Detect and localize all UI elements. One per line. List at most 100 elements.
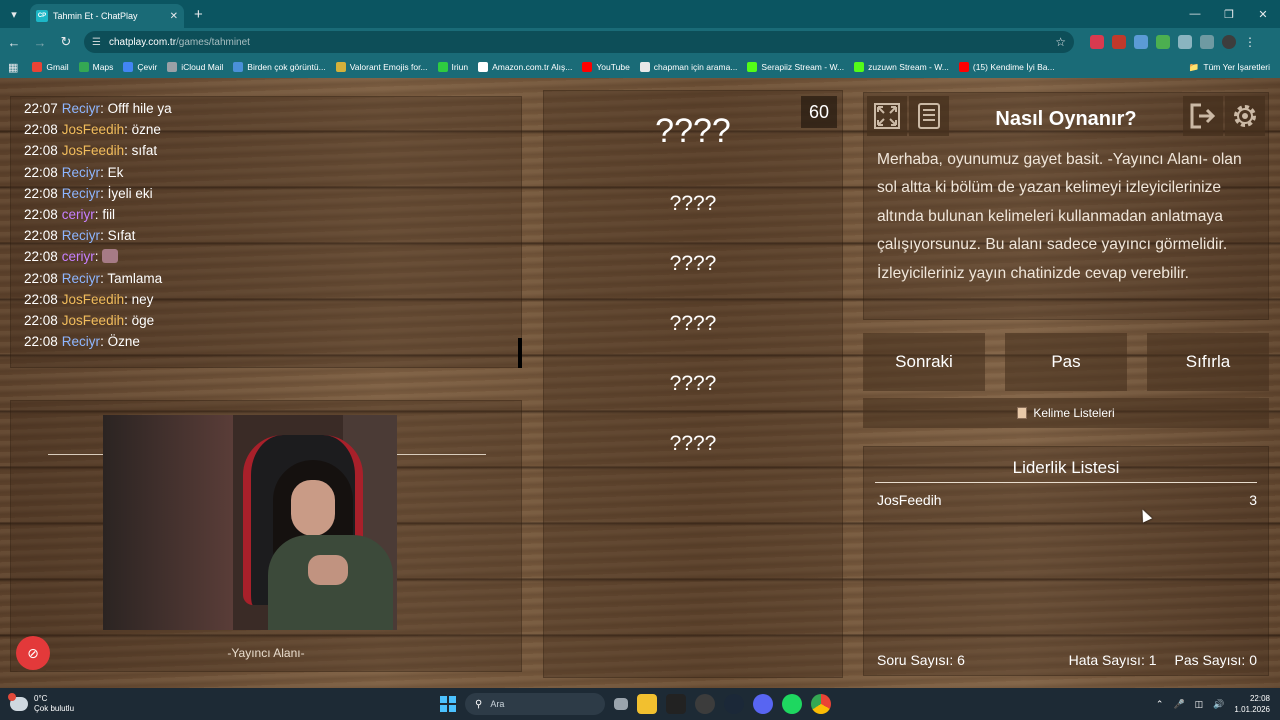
how-to-play-panel: Nasıl Oynanır? Merhaba, oyunumuz gayet b… [863,92,1269,320]
task-view-icon[interactable] [614,698,628,710]
chat-username[interactable]: ceriyr [62,207,95,222]
chrome-icon[interactable] [811,694,831,714]
bookmark-item[interactable]: (15) Kendime İyi Ba... [958,62,1055,72]
bookmark-label: Çevir [137,62,158,72]
minimize-icon[interactable]: — [1178,0,1212,28]
extension-icon[interactable] [1134,35,1148,49]
back-icon[interactable]: ← [2,30,26,54]
all-bookmarks-folder[interactable]: 📁 Tüm Yer İşaretleri [1189,56,1270,78]
profile-avatar[interactable] [1222,35,1236,49]
chat-message: 22:08 ceriyr: [24,246,522,267]
bookmark-label: Maps [92,62,114,72]
chat-scrollbar[interactable] [518,338,522,368]
new-tab-icon[interactable]: + [194,6,203,23]
chat-username[interactable]: ceriyr [62,249,95,264]
chat-message: 22:08 Reciyr: İyeli eki [24,185,153,201]
chat-username[interactable]: Reciyr [62,186,100,201]
tab-title: Tahmin Et - ChatPlay [53,11,138,21]
pass-button[interactable]: Pas [1005,333,1127,391]
tab-search-icon[interactable]: ▾ [0,0,28,28]
clock[interactable]: 22:08 1.01.2026 [1234,693,1270,715]
search-icon: ⚲ [475,698,483,710]
bookmark-favicon-icon [233,62,244,72]
bookmark-item[interactable]: iCloud Mail [167,62,223,72]
chat-time: 22:08 [24,291,58,307]
chat-username[interactable]: JosFeedih [62,313,124,328]
target-word: ???? [655,112,731,150]
bookmark-item[interactable]: Çevir [123,62,157,72]
chat-username[interactable]: JosFeedih [62,292,124,307]
exit-button[interactable] [1183,96,1223,136]
site-info-icon[interactable]: ☰ [92,37,101,48]
bookmark-label: Valorant Emojis for... [349,62,428,72]
window-close-icon[interactable]: ✕ [1246,0,1280,28]
bookmark-favicon-icon [335,62,346,72]
chat-text: Ek [107,164,124,180]
audio-app-icon[interactable] [666,694,686,714]
browser-tab-strip: ▾ CP Tahmin Et - ChatPlay ✕ + — ❐ ✕ [0,0,1280,28]
windows-taskbar: 0°C Çok bulutlu ⚲ Ara ⌃ 🎤 ◫ 🔊 22:08 1.01… [0,688,1280,720]
restore-icon[interactable]: ❐ [1212,0,1246,28]
tray-overflow-icon[interactable]: ⌃ [1156,699,1164,710]
chatplay-favicon-icon: CP [36,10,48,22]
pass-count: Pas Sayısı: 0 [1174,652,1257,668]
microphone-icon[interactable]: 🎤 [1173,699,1184,710]
file-explorer-icon[interactable] [637,694,657,714]
chat-text: Tamlama [107,270,163,286]
bookmark-item[interactable]: Amazon.com.tr Alış... [478,62,572,72]
chat-text: Offf hile ya [107,101,172,116]
bookmark-item[interactable]: YouTube [582,62,630,72]
discord-icon[interactable] [753,694,773,714]
temperature: 0°C [34,694,48,703]
chat-text: Sıfat [107,228,136,244]
chat-time: 22:08 [24,249,58,265]
chat-username[interactable]: Reciyr [62,228,100,243]
volume-icon[interactable]: 🔊 [1213,699,1224,710]
all-bookmarks-label: Tüm Yer İşaretleri [1203,62,1270,72]
chat-username[interactable]: JosFeedih [62,143,124,158]
word-lists-button[interactable]: Kelime Listeleri [863,398,1269,428]
chat-username[interactable]: Reciyr [62,101,100,116]
forward-icon[interactable]: → [28,30,52,54]
extension-icon[interactable] [1156,35,1170,49]
taskbar-search[interactable]: ⚲ Ara [465,693,605,715]
obs-icon[interactable] [695,694,715,714]
bookmark-item[interactable]: Iriun [437,62,468,72]
next-button[interactable]: Sonraki [863,333,985,391]
chat-message: 22:08 Reciyr: Sıfat [24,228,136,244]
extension-icon[interactable] [1112,35,1126,49]
reading-list-icon[interactable] [1200,35,1214,49]
weather-widget[interactable]: 0°C Çok bulutlu [8,693,74,714]
steam-icon[interactable] [724,694,744,714]
bookmark-item[interactable]: zuzuwn Stream - W... [854,62,949,72]
browser-menu-icon[interactable]: ⋮ [1244,35,1256,49]
bookmark-item[interactable]: Gmail [32,62,69,72]
apps-grid-icon[interactable]: ▦ [8,61,18,74]
reload-icon[interactable]: ↻ [54,30,78,54]
spotify-icon[interactable] [782,694,802,714]
bookmark-item[interactable]: chapman için arama... [639,62,737,72]
bookmark-label: YouTube [596,62,630,72]
extensions-puzzle-icon[interactable] [1178,35,1192,49]
bookmark-item[interactable]: Maps [78,62,114,72]
network-icon[interactable]: ◫ [1195,699,1204,710]
chat-username[interactable]: Reciyr [62,334,100,349]
bookmark-item[interactable]: Serapiiz Stream - W... [747,62,844,72]
reset-button[interactable]: Sıfırla [1147,333,1269,391]
record-toggle-button[interactable]: ⊘ [16,636,50,670]
tab-close-icon[interactable]: ✕ [170,11,178,22]
bookmark-item[interactable]: Birden çok görüntü... [233,62,326,72]
address-bar[interactable]: ☰ chatplay.com.tr/games/tahminet ☆ [84,31,1074,53]
chat-username[interactable]: Reciyr [62,271,100,286]
bookmark-label: Amazon.com.tr Alış... [492,62,573,72]
chat-username[interactable]: JosFeedih [62,122,124,137]
settings-button[interactable] [1225,96,1265,136]
extension-icon[interactable] [1090,35,1104,49]
no-record-icon: ⊘ [27,644,39,661]
bookmark-star-icon[interactable]: ☆ [1055,35,1066,49]
bookmark-item[interactable]: Valorant Emojis for... [335,62,428,72]
chat-username[interactable]: Reciyr [62,165,100,180]
chat-message: 22:08 JosFeedih: ney [24,291,154,307]
browser-tab[interactable]: CP Tahmin Et - ChatPlay ✕ [30,4,184,28]
start-icon[interactable] [440,696,456,712]
